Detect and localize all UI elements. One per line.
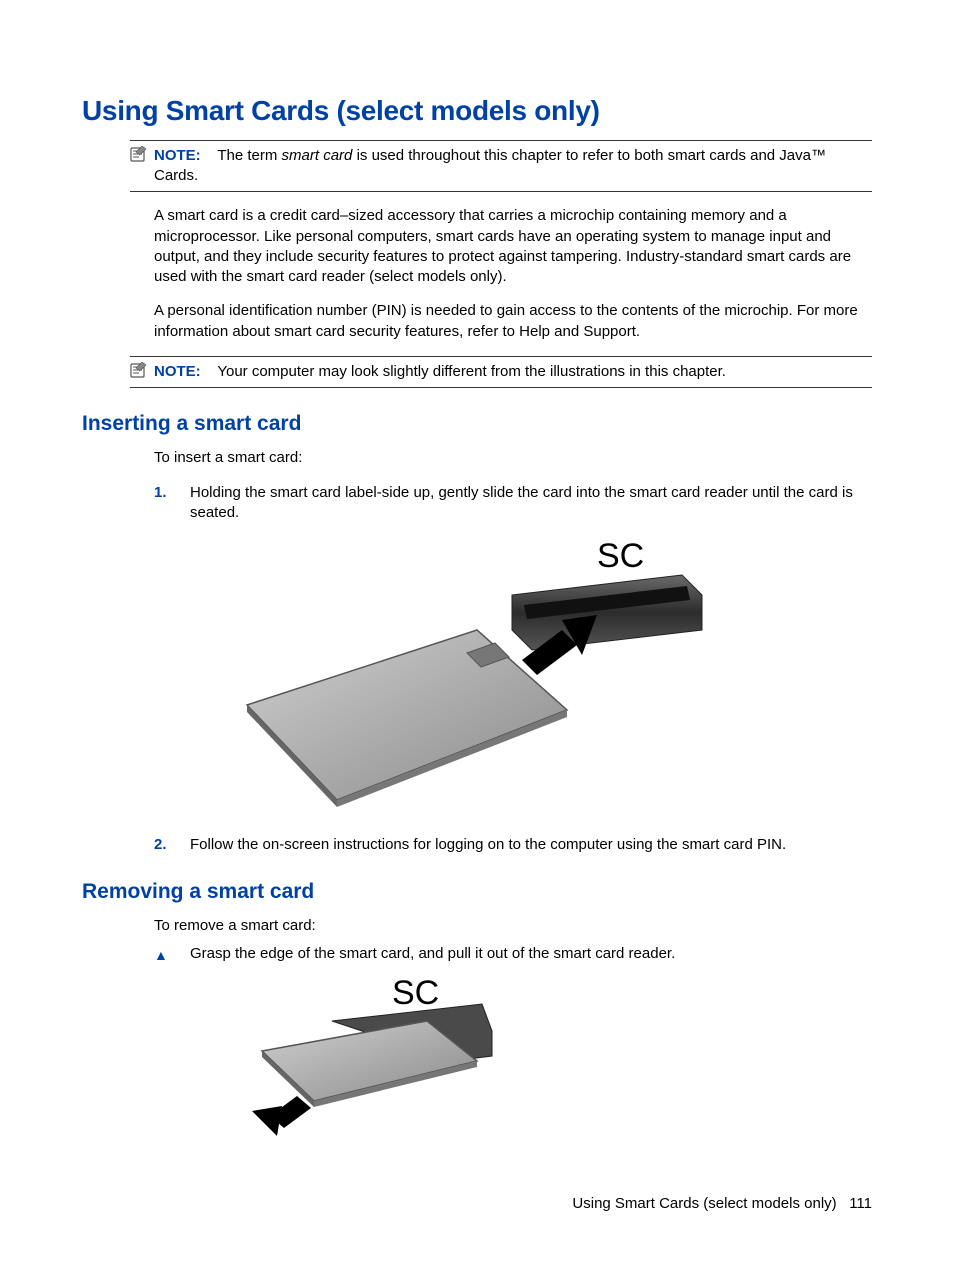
ordered-steps: 2. Follow the on-screen instructions for…: [154, 835, 872, 855]
triangle-bullet-icon: ▲: [154, 946, 168, 965]
page-footer: Using Smart Cards (select models only) 1…: [572, 1194, 872, 1214]
note-label: NOTE:: [154, 147, 201, 164]
body-paragraph: A smart card is a credit card–sized acce…: [154, 206, 872, 287]
figure-label: SC: [597, 537, 644, 575]
note-block-1: NOTE: The term smart card is used throug…: [130, 140, 872, 193]
figure-insert-card: SC: [82, 535, 872, 821]
step-text: Follow the on-screen instructions for lo…: [190, 836, 786, 853]
figure-remove-card: SC: [222, 976, 872, 1152]
intro-text: To remove a smart card:: [154, 916, 872, 936]
step-text: Holding the smart card label-side up, ge…: [190, 484, 853, 521]
intro-text: To insert a smart card:: [154, 448, 872, 468]
note-text: The term smart card is used throughout t…: [154, 147, 826, 184]
step-number: 1.: [154, 483, 167, 503]
bullet-list: ▲ Grasp the edge of the smart card, and …: [154, 944, 872, 964]
note-block-2: NOTE: Your computer may look slightly di…: [130, 356, 872, 388]
note-text: Your computer may look slightly differen…: [205, 363, 726, 380]
step-number: 2.: [154, 835, 167, 855]
bullet-item: ▲ Grasp the edge of the smart card, and …: [154, 944, 872, 964]
figure-label: SC: [392, 976, 439, 1012]
bullet-text: Grasp the edge of the smart card, and pu…: [190, 945, 675, 962]
note-icon: [130, 362, 148, 378]
body-paragraph: A personal identification number (PIN) i…: [154, 301, 872, 342]
page-number: 111: [849, 1195, 872, 1212]
note-label: NOTE:: [154, 363, 201, 380]
step-item: 1. Holding the smart card label-side up,…: [154, 483, 872, 524]
footer-text: Using Smart Cards (select models only): [572, 1195, 836, 1212]
section-heading-insert: Inserting a smart card: [82, 410, 872, 438]
ordered-steps: 1. Holding the smart card label-side up,…: [154, 483, 872, 524]
page-title: Using Smart Cards (select models only): [82, 92, 872, 130]
section-heading-remove: Removing a smart card: [82, 878, 872, 906]
step-item: 2. Follow the on-screen instructions for…: [154, 835, 872, 855]
note-icon: [130, 146, 148, 162]
